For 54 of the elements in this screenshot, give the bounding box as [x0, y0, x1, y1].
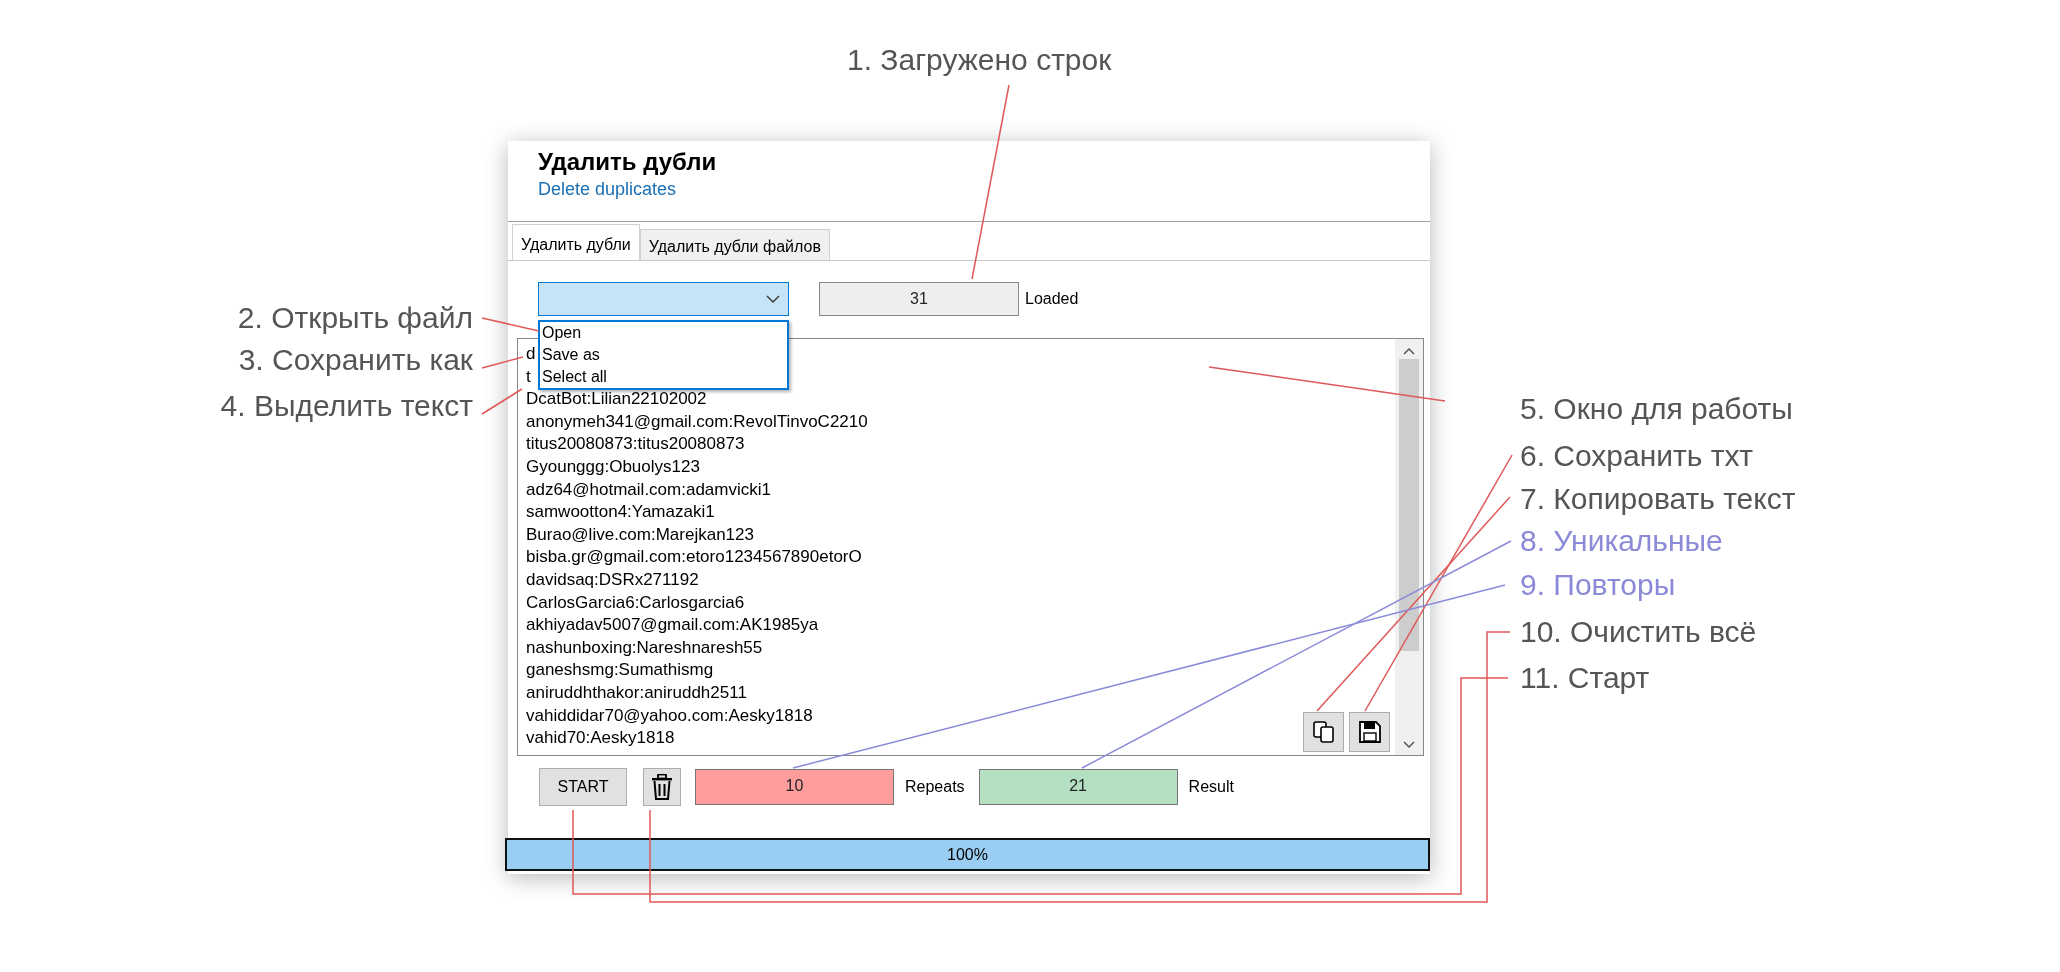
- scroll-down-icon: [1403, 741, 1415, 749]
- start-button[interactable]: START: [539, 768, 627, 806]
- result-field: 21: [978, 769, 1178, 805]
- text-line: anonymeh341@gmail.com:RevolTinvoC2210: [526, 410, 868, 433]
- menu-item[interactable]: Select all: [542, 366, 785, 388]
- scroll-up-icon: [1403, 347, 1415, 355]
- window-subtitle: Delete duplicates: [538, 178, 678, 201]
- text-line: adz64@hotmail.com:adamvicki1: [526, 478, 771, 501]
- field-label: Result: [1188, 777, 1234, 797]
- text-line: Burao@live.com:Marejkan123: [526, 523, 754, 546]
- text-line: DcatBot:Lilian22102002: [526, 388, 707, 411]
- text-line: bisba.gr@gmail.com:etoro1234567890etorO: [526, 546, 862, 569]
- text-line: t: [526, 365, 531, 388]
- text-line: aniruddhthakor:aniruddh2511: [526, 681, 747, 704]
- callout-label: 5. Окно для работы: [1520, 391, 1793, 427]
- callout-label: 11. Старт: [1520, 660, 1650, 696]
- text-line: vahid70:Aesky1818: [526, 727, 675, 750]
- text-line: nashunboxing:Nareshnaresh55: [526, 636, 763, 659]
- callout-label: 1. Загружено строк: [847, 42, 1112, 78]
- callout-label: 2. Открыть файл: [237, 300, 473, 336]
- menu-item[interactable]: Save as: [542, 344, 785, 366]
- callout-label: 8. Уникальные: [1520, 523, 1723, 559]
- action-dropdown[interactable]: [538, 282, 789, 316]
- save-button[interactable]: [1349, 712, 1390, 752]
- text-line: ganeshsmg:Sumathismg: [526, 659, 714, 682]
- field-label: Loaded: [1025, 289, 1079, 309]
- callout-label: 6. Сохранить тхт: [1520, 438, 1753, 474]
- text-line: akhiyadav5007@gmail.com:AK1985ya: [526, 614, 819, 637]
- repeats-field: 10: [695, 769, 894, 805]
- field-label: Repeats: [905, 777, 965, 797]
- copy-icon: [1312, 721, 1335, 743]
- loaded-count-field: 31: [819, 282, 1019, 316]
- text-line: CarlosGarcia6:Carlosgarcia6: [526, 591, 745, 614]
- scrollbar[interactable]: [1395, 339, 1423, 755]
- callout-label: 7. Копировать текст: [1520, 481, 1796, 517]
- progress-text: 100%: [946, 845, 989, 865]
- text-line: samwootton4:Yamazaki1: [526, 501, 715, 524]
- trash-icon: [651, 774, 673, 800]
- chevron-down-icon: [766, 295, 780, 303]
- text-line: Gyounggg:Obuolys123: [526, 455, 700, 478]
- copy-button[interactable]: [1303, 712, 1344, 752]
- callout-label: 4. Выделить текст: [220, 388, 473, 424]
- tab[interactable]: Удалить дубли файлов: [639, 229, 830, 260]
- callout-label: 3. Сохранить как: [238, 342, 473, 378]
- menu-item[interactable]: Open: [542, 322, 785, 344]
- text-line: vahiddidar70@yahoo.com:Aesky1818: [526, 704, 813, 727]
- text-line: titus20080873:titus20080873: [526, 433, 745, 456]
- window-title: Удалить дубли: [538, 147, 718, 177]
- delete-button[interactable]: [643, 768, 681, 806]
- callout-label: 10. Очистить всё: [1520, 614, 1757, 650]
- text-line: d: [526, 343, 536, 365]
- text-line: davidsaq:DSRx271192: [526, 568, 699, 591]
- tab[interactable]: Удалить дубли: [512, 224, 640, 260]
- callout-label: 9. Повторы: [1520, 567, 1676, 603]
